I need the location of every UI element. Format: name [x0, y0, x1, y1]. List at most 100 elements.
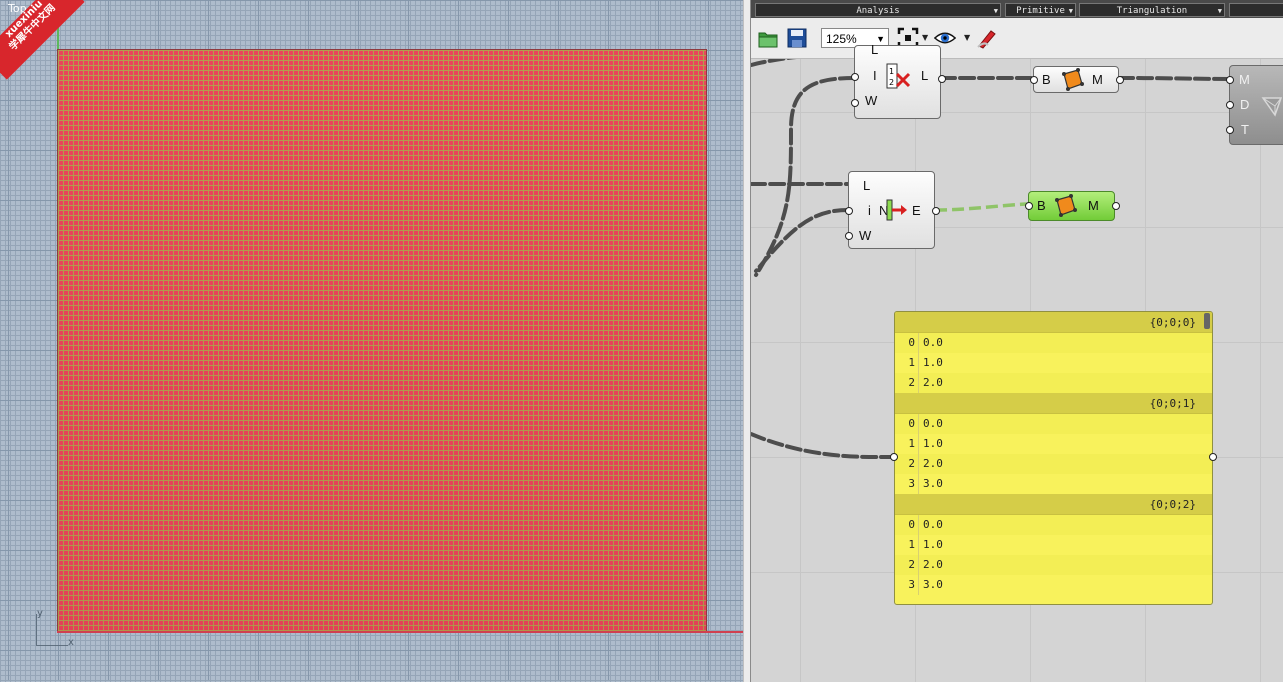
- input-label-w: W: [859, 228, 872, 243]
- input-port-t[interactable]: [1226, 126, 1234, 134]
- chevron-down-icon[interactable]: ▼: [964, 33, 970, 42]
- panel-branch: {0;0;1} 0 0.0 1 1.0 2 2.0 3 3.0: [895, 393, 1212, 494]
- divider: [918, 333, 919, 353]
- list-item: 3 3.0: [895, 575, 1212, 595]
- item-index: 3: [908, 578, 915, 591]
- item-value: 1.0: [923, 437, 943, 450]
- output-port-l[interactable]: [938, 75, 946, 83]
- input-port-d[interactable]: [1226, 101, 1234, 109]
- list-item: 2 2.0: [895, 454, 1212, 474]
- input-label-t: T: [1241, 122, 1249, 137]
- tab-triangulation[interactable]: Triangulation ▼: [1079, 3, 1225, 17]
- axis-indicator-x: [36, 645, 68, 646]
- branch-path: {0;0;1}: [895, 393, 1212, 414]
- mesh-shading: [58, 50, 706, 632]
- input-port-b[interactable]: [1025, 202, 1033, 210]
- panel-splitter[interactable]: [743, 0, 751, 682]
- pen-icon[interactable]: [976, 27, 998, 49]
- tab-more[interactable]: [1229, 3, 1283, 17]
- input-port-i[interactable]: [845, 207, 853, 215]
- divider: [918, 575, 919, 595]
- input-port-m[interactable]: [1226, 76, 1234, 84]
- save-icon[interactable]: [786, 27, 808, 49]
- panel-input-port[interactable]: [890, 453, 898, 461]
- input-label-i: I: [873, 68, 877, 83]
- grasshopper-window: Analysis ▼ Primitive ▼ Triangulation ▼ 1…: [751, 0, 1283, 682]
- divider: [918, 434, 919, 454]
- input-label-d: D: [1240, 97, 1250, 112]
- divider: [918, 535, 919, 555]
- rhino-viewport[interactable]: Top y x xuexiniu 学犀牛中文网: [0, 0, 743, 682]
- item-value: 0.0: [923, 417, 943, 430]
- item-index: 2: [908, 457, 915, 470]
- delaunay-mesh-component[interactable]: M D T: [1226, 65, 1283, 145]
- mesh-grid[interactable]: [57, 49, 707, 633]
- output-label-m: M: [1092, 72, 1103, 87]
- input-label-l: L: [863, 178, 871, 193]
- input-port-w[interactable]: [845, 232, 853, 240]
- boundary-surface-selected-component[interactable]: B M: [1025, 191, 1120, 221]
- expand-icon[interactable]: ▼: [994, 4, 998, 18]
- list-item: 0 0.0: [895, 333, 1212, 353]
- output-label-m: M: [1088, 198, 1099, 213]
- axis-label-x: x: [68, 637, 74, 648]
- boundary-surface-icon: [1062, 68, 1084, 91]
- folder-open-icon[interactable]: [757, 27, 779, 49]
- output-port-m[interactable]: [1116, 76, 1124, 84]
- divider: [918, 454, 919, 474]
- member-index-component[interactable]: L i W N E: [845, 171, 940, 249]
- svg-text:1: 1: [889, 67, 894, 76]
- item-value: 2.0: [923, 376, 943, 389]
- divider: [918, 414, 919, 434]
- output-label-l: L: [921, 68, 929, 83]
- list-item-component[interactable]: L I W 1 2 L: [851, 42, 946, 119]
- divider: [918, 515, 919, 535]
- expand-icon[interactable]: ▼: [1069, 4, 1073, 18]
- list-item: 0 0.0: [895, 414, 1212, 434]
- canvas-toolbar: 125% ▼ ▼ ▼: [751, 18, 1283, 59]
- list-item: 1 1.0: [895, 434, 1212, 454]
- item-value: 2.0: [923, 457, 943, 470]
- output-port-e[interactable]: [932, 207, 940, 215]
- panel-scrollbar[interactable]: [1204, 313, 1210, 329]
- boundary-surface-component[interactable]: B M: [1030, 66, 1124, 93]
- input-label-i: i: [868, 203, 871, 218]
- input-port-i[interactable]: [851, 73, 859, 81]
- item-index: 2: [908, 558, 915, 571]
- input-label-l: L: [871, 42, 879, 57]
- panel-output-port[interactable]: [1209, 453, 1217, 461]
- input-port-b[interactable]: [1030, 76, 1038, 84]
- input-label-b: B: [1037, 198, 1046, 213]
- expand-icon[interactable]: ▼: [1218, 4, 1222, 18]
- axis-label-y: y: [37, 608, 43, 619]
- tab-analysis[interactable]: Analysis ▼: [755, 3, 1001, 17]
- branch-rows: 0 0.0 1 1.0 2 2.0 3 3.0: [895, 414, 1212, 494]
- item-value: 3.0: [923, 578, 943, 591]
- list-item: 1 1.0: [895, 353, 1212, 373]
- divider: [918, 353, 919, 373]
- divider: [918, 373, 919, 393]
- component-tab-bar: Analysis ▼ Primitive ▼ Triangulation ▼: [751, 0, 1283, 18]
- list-item: 2 2.0: [895, 555, 1212, 575]
- output-label-e: E: [912, 203, 921, 218]
- input-label-w: W: [865, 93, 878, 108]
- chevron-down-icon[interactable]: ▼: [922, 33, 928, 42]
- input-port-w[interactable]: [851, 99, 859, 107]
- zoom-value: 125%: [826, 32, 857, 46]
- data-panel[interactable]: {0;0;0} 0 0.0 1 1.0 2 2.0 {0;0;1} 0 0.0 1 1.0…: [894, 311, 1213, 605]
- input-label-b: B: [1042, 72, 1051, 87]
- item-index: 0: [908, 417, 915, 430]
- svg-text:2: 2: [889, 78, 894, 87]
- divider: [918, 555, 919, 575]
- tab-primitive[interactable]: Primitive ▼: [1005, 3, 1076, 17]
- output-port-m[interactable]: [1112, 202, 1120, 210]
- branch-path: {0;0;0}: [895, 312, 1212, 333]
- grasshopper-canvas[interactable]: L I W 1 2 L B M M D T L i W N E B M {0;0…: [751, 42, 1283, 682]
- item-index: 1: [908, 437, 915, 450]
- item-index: 1: [908, 538, 915, 551]
- item-index: 3: [908, 477, 915, 490]
- tab-label: Triangulation: [1116, 6, 1188, 16]
- input-label-m: M: [1239, 72, 1250, 87]
- item-index: 1: [908, 356, 915, 369]
- tab-label: Analysis: [856, 6, 900, 16]
